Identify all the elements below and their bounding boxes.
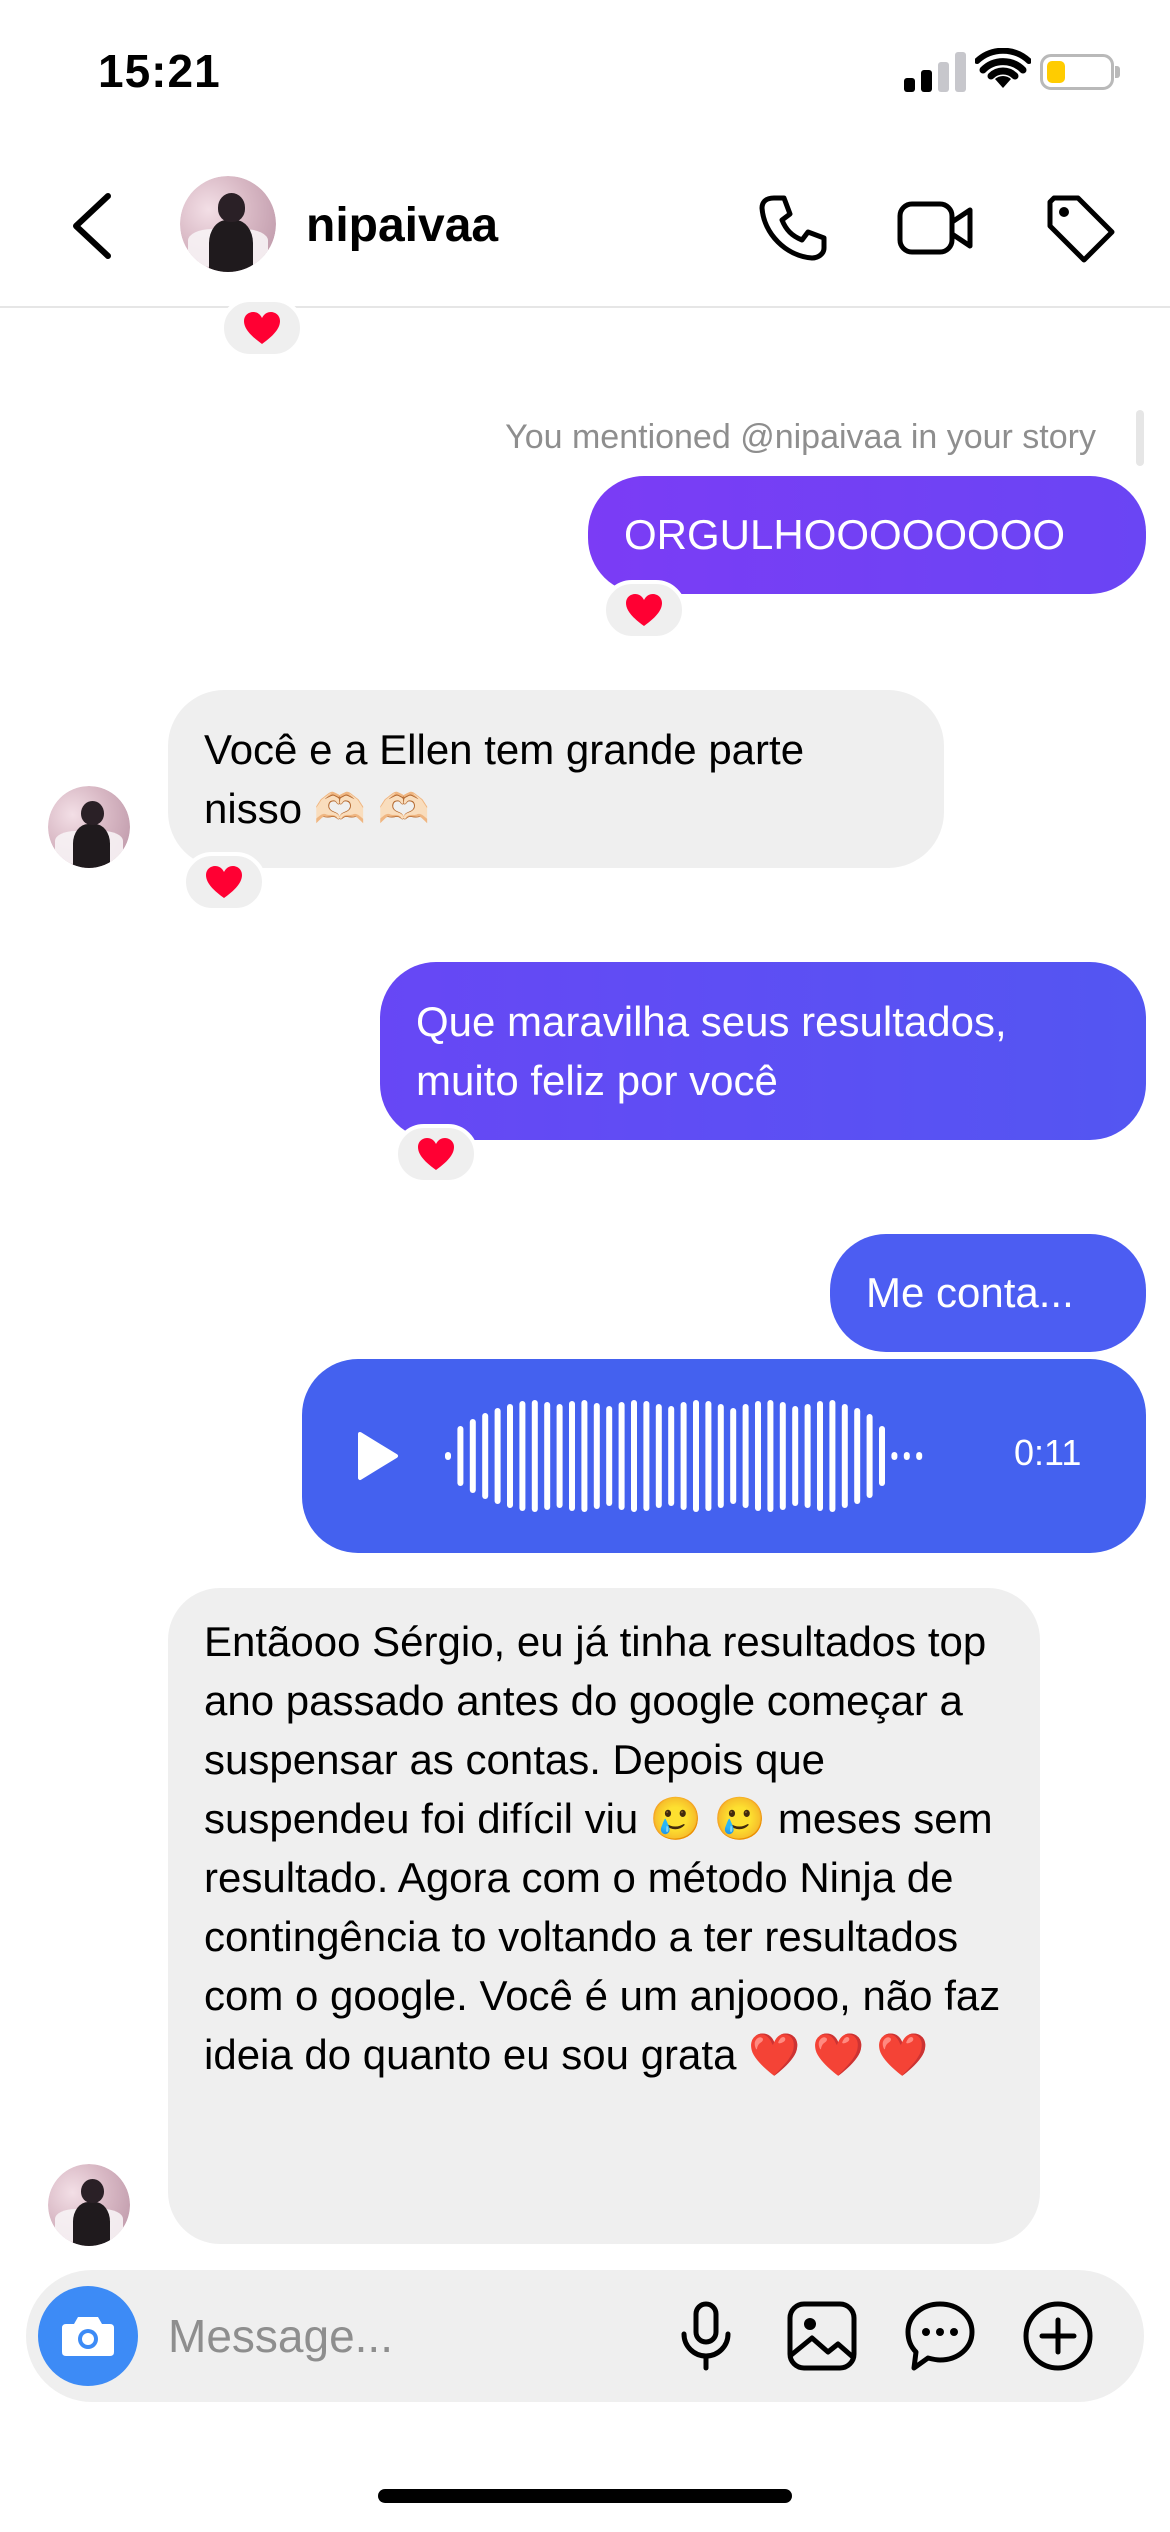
incoming-message[interactable]: Você e a Ellen tem grande parte nisso 🫶🏻…	[168, 690, 944, 868]
battery-icon	[1040, 54, 1120, 90]
waveform-bar	[593, 1403, 600, 1509]
heart-reaction[interactable]	[182, 852, 266, 912]
waveform-bar	[655, 1404, 662, 1508]
waveform-bar	[544, 1402, 551, 1510]
waveform-bar	[693, 1400, 699, 1512]
gallery-icon[interactable]	[784, 2298, 860, 2374]
waveform-bar	[779, 1402, 786, 1510]
status-bar: 15:21	[0, 0, 1170, 150]
avatar[interactable]	[48, 2164, 130, 2246]
waveform-bar	[556, 1404, 563, 1508]
waveform-bar	[445, 1452, 451, 1460]
heart-icon	[206, 866, 242, 898]
waveform-bar	[717, 1404, 724, 1508]
waveform-bar	[618, 1402, 625, 1510]
waveform-bar	[866, 1414, 873, 1498]
waveform-bar	[482, 1413, 489, 1499]
scroll-indicator	[1136, 410, 1144, 466]
waveform-bar	[531, 1400, 538, 1512]
home-indicator	[378, 2489, 792, 2503]
chat-username[interactable]: nipaivaa	[306, 198, 498, 253]
waveform-bar	[903, 1452, 910, 1460]
waveform-bar	[507, 1404, 513, 1508]
outgoing-message[interactable]: Me conta...	[830, 1234, 1146, 1352]
waveform-bar	[643, 1401, 650, 1511]
story-mention-note: You mentioned @nipaivaa in your story	[505, 418, 1096, 456]
waveform-bar	[879, 1426, 885, 1486]
sticker-icon[interactable]	[902, 2298, 978, 2374]
heart-icon	[418, 1138, 454, 1170]
waveform-bar	[680, 1402, 687, 1510]
waveform-bar	[668, 1406, 675, 1506]
waveform-bar	[457, 1426, 464, 1486]
signal-icon	[904, 52, 966, 92]
waveform-bar	[829, 1400, 836, 1512]
waveform-bar	[581, 1400, 588, 1512]
waveform-bar	[705, 1401, 712, 1511]
waveform-bar	[519, 1401, 526, 1511]
waveform-bar	[817, 1401, 823, 1511]
waveform-bar	[494, 1408, 501, 1504]
waveform-bar	[804, 1404, 811, 1508]
waveform-bar	[730, 1408, 737, 1504]
message-input[interactable]	[168, 2306, 648, 2366]
waveform-bar	[631, 1400, 637, 1512]
avatar[interactable]	[48, 786, 130, 868]
voice-message[interactable]: 0:11	[302, 1359, 1146, 1553]
status-time: 15:21	[98, 45, 221, 97]
waveform-bar	[841, 1404, 848, 1508]
voice-duration: 0:11	[1014, 1432, 1082, 1473]
waveform-bar	[569, 1401, 575, 1511]
chat-header: nipaivaa	[0, 150, 1170, 308]
outgoing-message[interactable]: Que maravilha seus resultados, muito fel…	[380, 962, 1146, 1140]
avatar[interactable]	[180, 176, 276, 272]
play-icon[interactable]	[356, 1430, 400, 1482]
tag-icon[interactable]	[1040, 188, 1120, 268]
waveform-bar	[891, 1452, 898, 1460]
waveform-bar	[469, 1419, 476, 1493]
heart-reaction[interactable]	[220, 298, 304, 358]
outgoing-message[interactable]: ORGULHOOOOOOOO	[588, 476, 1146, 594]
waveform-bar	[767, 1400, 774, 1512]
plus-icon[interactable]	[1020, 2298, 1096, 2374]
video-camera-icon[interactable]	[896, 188, 976, 268]
incoming-message[interactable]: Entãooo Sérgio, eu já tinha resultados t…	[168, 1588, 1040, 2244]
waveform-bar	[755, 1401, 761, 1511]
waveform-bar	[792, 1406, 799, 1506]
heart-icon	[626, 594, 662, 626]
wifi-icon	[975, 48, 1031, 88]
back-arrow-icon[interactable]	[58, 186, 128, 266]
heart-reaction[interactable]	[602, 580, 686, 640]
waveform-bar	[854, 1408, 861, 1504]
phone-icon[interactable]	[752, 188, 832, 268]
heart-icon	[244, 312, 280, 344]
message-composer	[26, 2270, 1144, 2402]
heart-reaction[interactable]	[394, 1124, 478, 1184]
microphone-icon[interactable]	[668, 2298, 744, 2374]
waveform-bar	[606, 1406, 613, 1506]
camera-button[interactable]	[38, 2286, 138, 2386]
camera-icon	[62, 2317, 114, 2356]
waveform-bar	[916, 1452, 923, 1460]
waveform-bar	[742, 1404, 749, 1508]
